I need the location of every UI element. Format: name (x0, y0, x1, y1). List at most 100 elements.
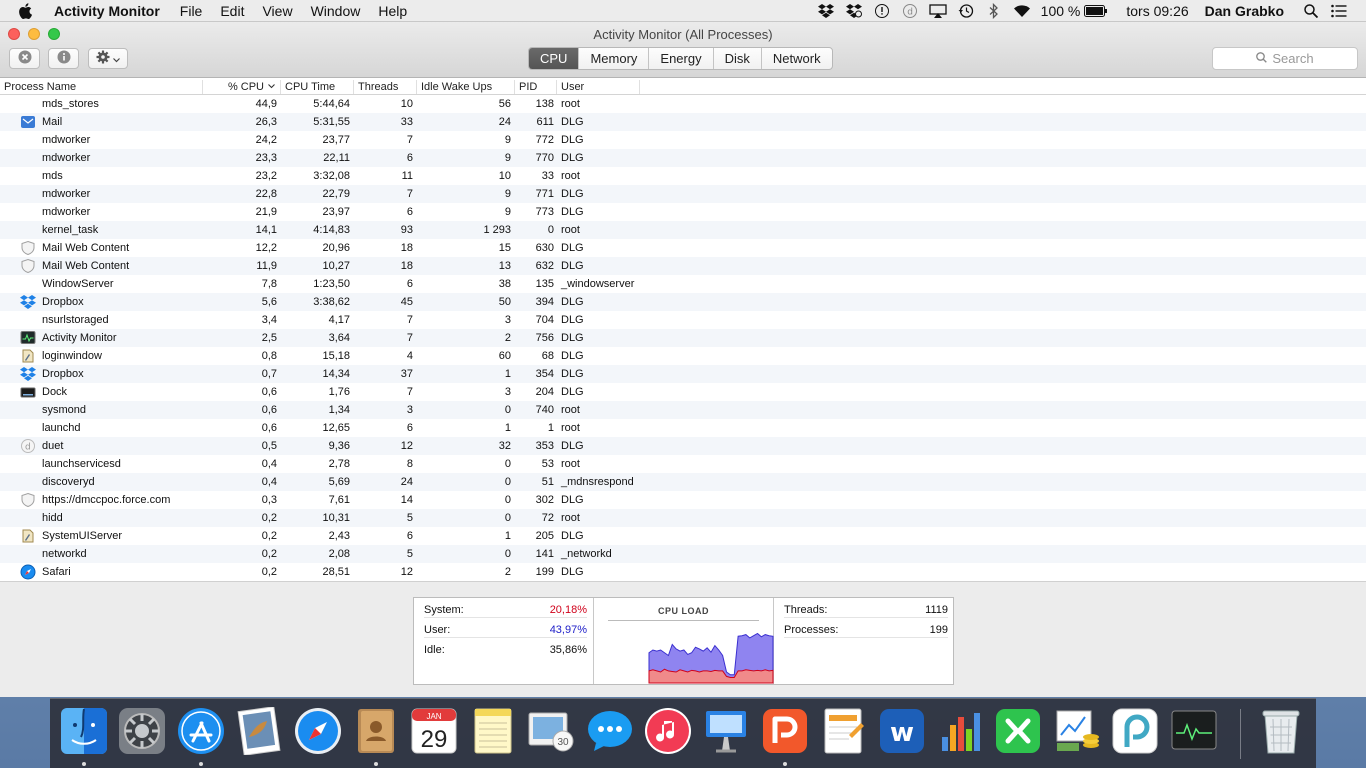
bluetooth-icon[interactable] (985, 3, 1003, 19)
pid-cell: 199 (535, 566, 554, 578)
table-row[interactable]: Mail 26,3 5:31,55 33 24 611 DLG (0, 113, 1366, 131)
table-row[interactable]: mdworker 24,2 23,77 7 9 772 DLG (0, 131, 1366, 149)
menu-view[interactable]: View (262, 3, 292, 19)
cpu-time-cell: 1:23,50 (313, 278, 350, 290)
dropbox-sync-icon[interactable] (845, 3, 863, 19)
airplay-icon[interactable] (929, 3, 947, 19)
cpu-time-cell: 5,69 (328, 476, 350, 488)
table-row[interactable]: mdworker 21,9 23,97 6 9 773 DLG (0, 203, 1366, 221)
time-machine-icon[interactable] (957, 3, 975, 19)
quit-process-button[interactable] (9, 48, 40, 69)
table-row[interactable]: launchd 0,6 12,65 6 1 1 root (0, 419, 1366, 437)
wifi-icon[interactable] (1013, 3, 1031, 19)
dock-keynote[interactable] (701, 707, 751, 757)
dock-notes[interactable] (468, 707, 518, 757)
dock-contacts[interactable] (351, 707, 401, 757)
table-row[interactable]: mdworker 22,8 22,79 7 9 771 DLG (0, 185, 1366, 203)
cpu-time-cell: 3:38,62 (313, 296, 350, 308)
dock-trash[interactable] (1256, 707, 1306, 757)
table-row[interactable]: nsurlstoraged 3,4 4,17 7 3 704 DLG (0, 311, 1366, 329)
table-row[interactable]: Activity Monitor 2,5 3,64 7 2 756 DLG (0, 329, 1366, 347)
column-header-user[interactable]: User (557, 80, 640, 94)
column-header-process-name[interactable]: Process Name (0, 80, 203, 94)
tab-energy[interactable]: Energy (649, 48, 714, 69)
notification-center-icon[interactable] (1330, 3, 1348, 19)
dock-finder[interactable] (59, 707, 109, 757)
table-row[interactable]: kernel_task 14,1 4:14,83 93 1 293 0 root (0, 221, 1366, 239)
tab-cpu[interactable]: CPU (529, 48, 580, 69)
dock-system-preferences[interactable] (117, 707, 167, 757)
table-row[interactable]: Mail Web Content 12,2 20,96 18 15 630 DLG (0, 239, 1366, 257)
table-row[interactable]: SystemUIServer 0,2 2,43 6 1 205 DLG (0, 527, 1366, 545)
itunes-icon (644, 707, 692, 758)
dock-wps-presentation[interactable] (760, 707, 810, 757)
duet-icon[interactable]: d (901, 3, 919, 19)
idle-wake-ups-cell: 50 (498, 296, 511, 308)
dock-money[interactable] (1052, 707, 1102, 757)
alert-circle-icon[interactable] (873, 3, 891, 19)
search-input[interactable]: Search (1212, 47, 1358, 70)
dock-itunes[interactable] (643, 707, 693, 757)
table-row[interactable]: hidd 0,2 10,31 5 0 72 root (0, 509, 1366, 527)
table-row[interactable]: discoveryd 0,4 5,69 24 0 51 _mdnsrespond (0, 473, 1366, 491)
table-row[interactable]: mdworker 23,3 22,11 6 9 770 DLG (0, 149, 1366, 167)
table-row[interactable]: d duet 0,5 9,36 12 32 353 DLG (0, 437, 1366, 455)
column-header-cpu[interactable]: % CPU (203, 80, 281, 94)
table-row[interactable]: Dropbox 5,6 3:38,62 45 50 394 DLG (0, 293, 1366, 311)
dropbox-icon[interactable] (817, 3, 835, 19)
column-header-cpu-time[interactable]: CPU Time (281, 80, 354, 94)
cpu-time-cell: 2,08 (328, 548, 350, 560)
menu-window[interactable]: Window (311, 3, 361, 19)
dock-calendar[interactable]: JAN 29 (409, 707, 459, 757)
table-row[interactable]: mds 23,2 3:32,08 11 10 33 root (0, 167, 1366, 185)
table-row[interactable]: https://dmccpoc.force.com 0,3 7,61 14 0 302 DL… (0, 491, 1366, 509)
table-row[interactable]: Safari 0,2 28,51 12 2 199 DLG (0, 563, 1366, 581)
dock-numbers[interactable] (935, 707, 985, 757)
tab-network[interactable]: Network (762, 48, 832, 69)
dock-app-store[interactable] (176, 707, 226, 757)
table-row[interactable]: Mail Web Content 11,9 10,27 18 13 632 DLG (0, 257, 1366, 275)
battery-percent[interactable]: 100 % (1041, 3, 1081, 19)
table-row[interactable]: mds_stores 44,9 5:44,64 10 56 138 root (0, 95, 1366, 113)
table-row[interactable]: Dock 0,6 1,76 7 3 204 DLG (0, 383, 1366, 401)
column-header-idle-wake-ups[interactable]: Idle Wake Ups (417, 80, 515, 94)
tab-memory[interactable]: Memory (579, 48, 650, 69)
shield-icon (20, 258, 36, 274)
processes-label: Processes: (784, 624, 839, 636)
table-row[interactable]: Dropbox 0,7 14,34 37 1 354 DLG (0, 365, 1366, 383)
dock-safari[interactable] (293, 707, 343, 757)
table-row[interactable]: WindowServer 7,8 1:23,50 6 38 135 _windowserve… (0, 275, 1366, 293)
dock-preview[interactable] (234, 705, 284, 757)
menu-help[interactable]: Help (378, 3, 407, 19)
menu-file[interactable]: File (180, 3, 203, 19)
tab-disk[interactable]: Disk (714, 48, 762, 69)
battery-icon[interactable] (1084, 3, 1108, 19)
dock-messages[interactable] (585, 707, 635, 757)
menu-app-name[interactable]: Activity Monitor (54, 3, 160, 19)
inspect-process-button[interactable] (48, 48, 79, 69)
column-header-pid[interactable]: PID (515, 80, 557, 94)
menubar-user[interactable]: Dan Grabko (1205, 3, 1284, 19)
table-row[interactable]: sysmond 0,6 1,34 3 0 740 root (0, 401, 1366, 419)
dock-pages[interactable] (818, 707, 868, 757)
table-row[interactable]: loginwindow 0,8 15,18 4 60 68 DLG (0, 347, 1366, 365)
apple-icon[interactable] (18, 2, 38, 19)
table-row[interactable]: launchservicesd 0,4 2,78 8 0 53 root (0, 455, 1366, 473)
cpu-time-cell: 5:31,55 (313, 116, 350, 128)
money-icon (1053, 707, 1101, 758)
spotlight-search-icon[interactable] (1302, 3, 1320, 19)
table-row[interactable]: networkd 0,2 2,08 5 0 141 _networkd (0, 545, 1366, 563)
dock-photos[interactable]: 30 (526, 707, 576, 757)
menu-edit[interactable]: Edit (220, 3, 244, 19)
dock-activity-monitor[interactable] (1169, 707, 1219, 757)
user-label: User: (424, 624, 451, 636)
sort-descending-icon (268, 80, 275, 96)
column-header-threads[interactable]: Threads (354, 80, 417, 94)
dock-keynote-green[interactable] (993, 707, 1043, 757)
dock-wunderlist[interactable]: w (877, 707, 927, 757)
menubar-clock[interactable]: tors 09:26 (1126, 3, 1188, 19)
dock-periscope[interactable] (1110, 707, 1160, 757)
cpu-time-cell: 1,34 (328, 404, 350, 416)
process-name-cell: loginwindow (42, 350, 102, 362)
action-menu-button[interactable] (88, 48, 128, 69)
